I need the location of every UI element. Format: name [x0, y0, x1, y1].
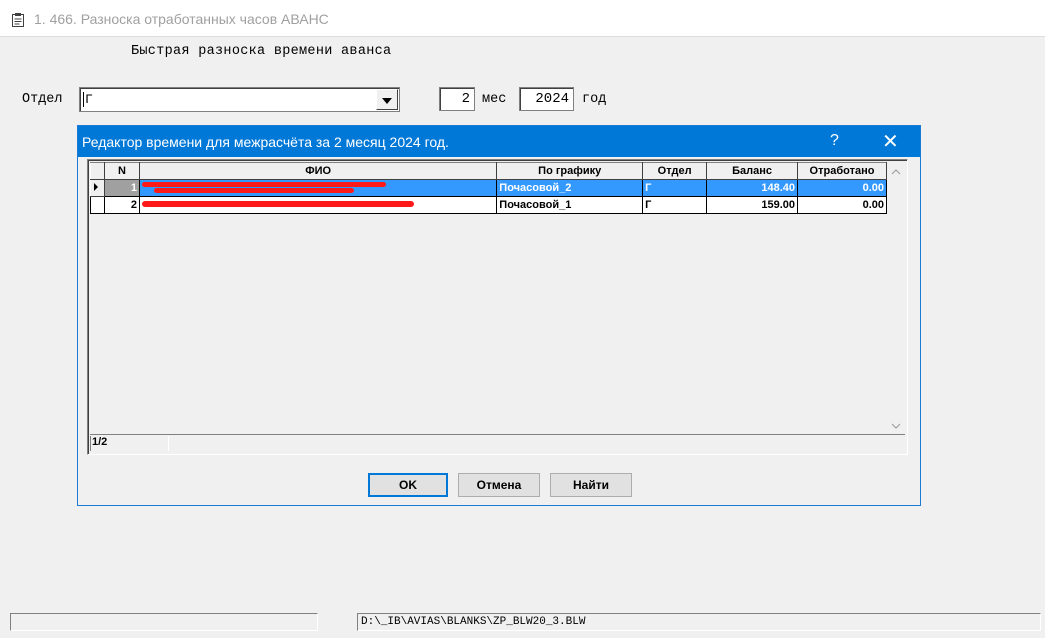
find-button[interactable]: Найти — [550, 473, 632, 497]
redaction-mark — [153, 188, 354, 193]
cell-balance[interactable]: 159.00 — [706, 196, 798, 214]
form-heading: Быстрая разноска времени аванса — [131, 44, 392, 59]
help-button[interactable]: ? — [830, 132, 839, 150]
cell-n[interactable]: 1 — [103, 179, 140, 197]
time-editor-dialog: Редактор времени для межрасчёта за 2 мес… — [77, 125, 921, 506]
header-indicator — [90, 162, 105, 180]
header-balance[interactable]: Баланс — [706, 162, 798, 180]
row-indicator — [90, 179, 105, 197]
cell-schedule[interactable]: Почасовой_1 — [496, 196, 644, 214]
row-pointer-icon — [94, 183, 98, 191]
dept-label: Отдел — [22, 92, 63, 107]
dept-value: Г — [83, 92, 93, 107]
status-pane-empty — [10, 613, 318, 631]
year-input[interactable]: 2024 — [519, 87, 574, 111]
chevron-down-icon — [382, 98, 392, 104]
table-header: N ФИО По графику Отдел Баланс Отработано — [90, 162, 887, 180]
scroll-down-icon[interactable] — [891, 420, 901, 432]
cell-worked[interactable]: 0.00 — [797, 179, 887, 197]
window-title-bar[interactable]: 1. 466. Разноска отработанных часов АВАН… — [0, 0, 1045, 37]
document-icon — [12, 13, 24, 27]
cell-dept[interactable]: Г — [642, 196, 708, 214]
status-bar: D:\_IB\AVIAS\BLANKS\ZP_BLW20_3.BLW — [0, 611, 1045, 638]
dialog-title-bar[interactable]: Редактор времени для межрасчёта за 2 мес… — [78, 126, 920, 157]
dialog-title: Редактор времени для межрасчёта за 2 мес… — [82, 134, 449, 150]
status-path: D:\_IB\AVIAS\BLANKS\ZP_BLW20_3.BLW — [357, 613, 1041, 631]
record-counter: 1/2 — [90, 436, 169, 451]
cell-n[interactable]: 2 — [103, 196, 140, 214]
cell-dept[interactable]: Г — [642, 179, 708, 197]
close-icon[interactable]: ✕ — [882, 129, 899, 154]
month-label: мес — [482, 92, 507, 107]
window-title: 1. 466. Разноска отработанных часов АВАН… — [34, 11, 329, 27]
cell-schedule[interactable]: Почасовой_2 — [496, 179, 644, 197]
table-row[interactable]: 2 Почасовой_1 Г 159.00 0.00 — [90, 196, 887, 214]
cell-fio[interactable] — [138, 196, 498, 214]
employee-table: N ФИО По графику Отдел Баланс Отработано… — [90, 162, 887, 214]
row-indicator — [90, 196, 105, 214]
cell-balance[interactable]: 148.40 — [706, 179, 798, 197]
month-input[interactable]: 2 — [439, 87, 475, 111]
ok-button[interactable]: OK — [368, 473, 448, 497]
vertical-scrollbar[interactable] — [887, 162, 905, 434]
header-schedule[interactable]: По графику — [496, 162, 644, 180]
header-fio[interactable]: ФИО — [138, 162, 498, 180]
header-dept[interactable]: Отдел — [642, 162, 708, 180]
scroll-up-icon[interactable] — [891, 166, 901, 178]
redaction-mark — [141, 201, 414, 207]
employee-grid: N ФИО По графику Отдел Баланс Отработано… — [87, 159, 908, 455]
table-row[interactable]: 1 Почасовой_2 Г 148.40 0.00 — [90, 179, 887, 197]
year-label: год — [582, 92, 607, 107]
dept-combobox[interactable]: Г — [79, 87, 400, 112]
redaction-mark — [141, 182, 386, 187]
grid-footer: 1/2 — [90, 434, 905, 452]
cell-fio[interactable] — [138, 179, 498, 197]
dept-dropdown-button[interactable] — [376, 89, 398, 110]
cell-worked[interactable]: 0.00 — [797, 196, 887, 214]
cancel-button[interactable]: Отмена — [458, 473, 540, 497]
header-n[interactable]: N — [103, 162, 140, 180]
header-worked[interactable]: Отработано — [797, 162, 887, 180]
